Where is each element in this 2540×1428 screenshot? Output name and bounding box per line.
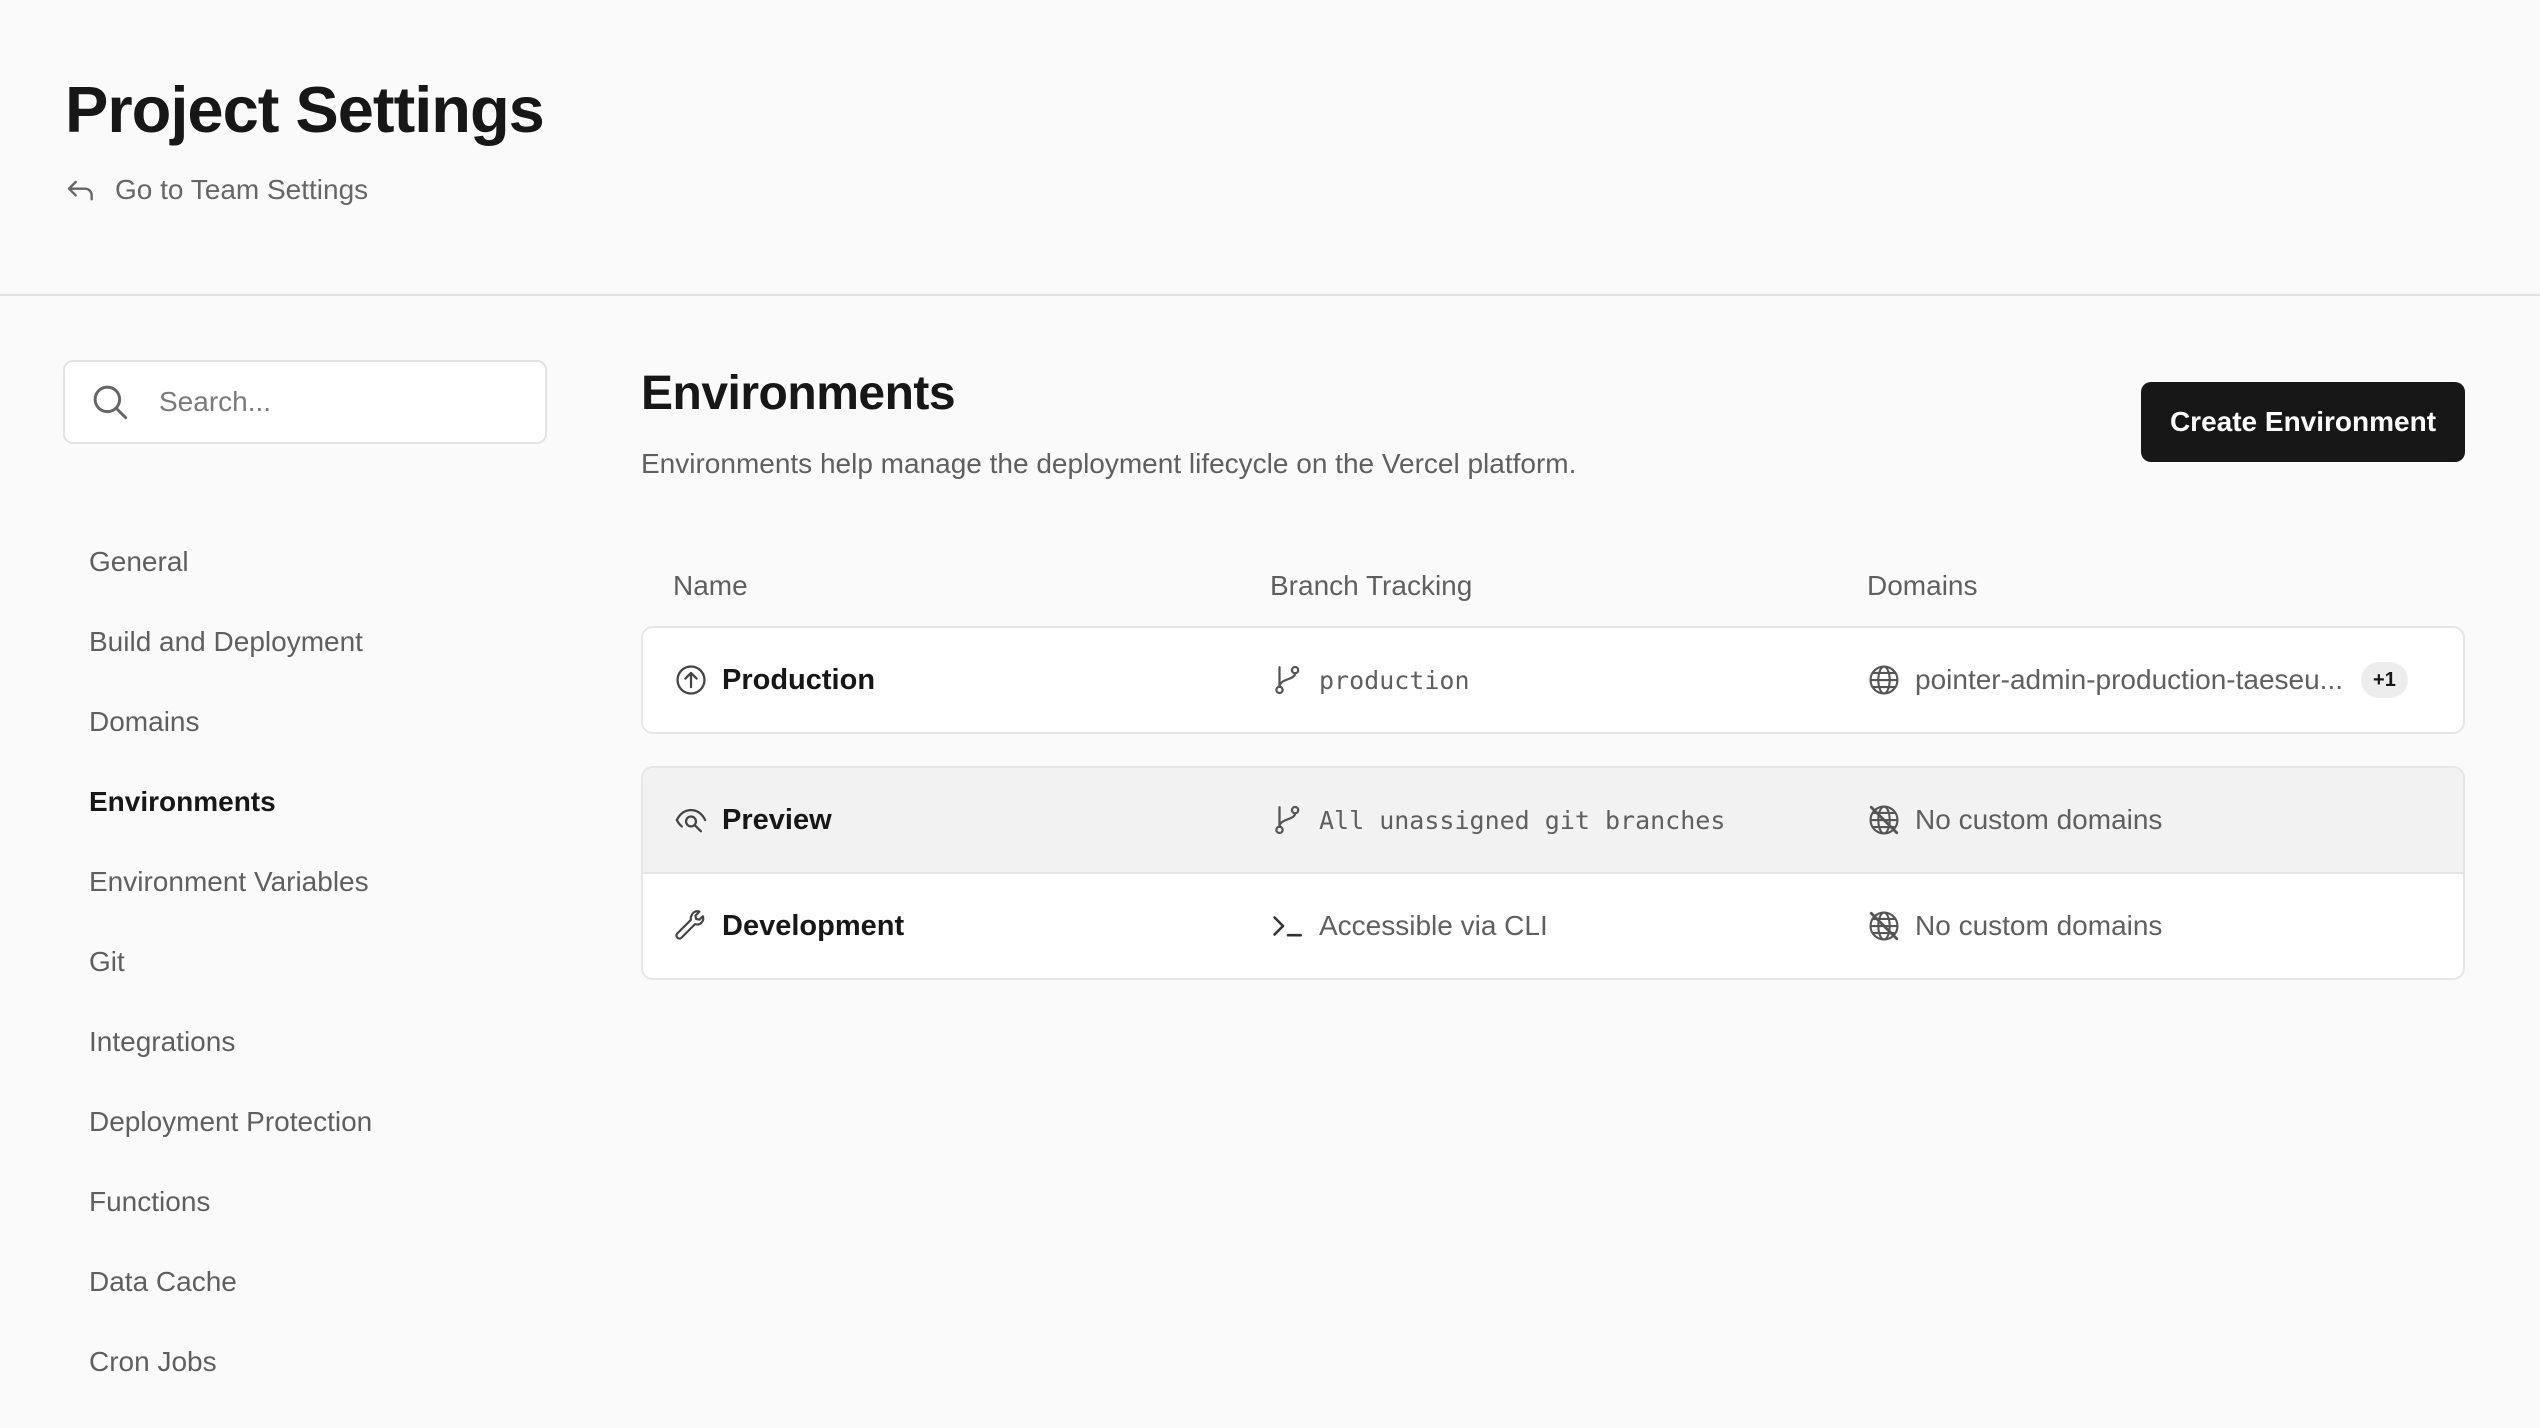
globe-off-icon [1869, 911, 1899, 941]
environment-name-cell: Production [674, 628, 875, 732]
terminal-icon [1273, 916, 1303, 937]
branch-tracking-cell: All unassigned git branches [1271, 768, 1725, 872]
environment-name: Production [722, 663, 876, 696]
branch-tracking-cell: Accessible via CLI [1271, 874, 1548, 978]
eye-icon [675, 808, 707, 833]
go-to-team-settings-link[interactable]: Go to Team Settings [65, 174, 368, 206]
domain-text: No custom domains [1915, 910, 2163, 941]
table-row[interactable]: Preview All unassigned git branches No c… [643, 768, 2463, 872]
environment-name: Development [722, 909, 905, 942]
sidebar-item-general[interactable]: General [89, 522, 372, 602]
sidebar-item-environments[interactable]: Environments [89, 762, 372, 842]
sidebar-item-data-cache[interactable]: Data Cache [89, 1242, 372, 1322]
wrench-icon [675, 910, 705, 940]
section-title: Environments [641, 367, 956, 420]
page-title: Project Settings [65, 73, 545, 146]
sidebar-item-environment-variables[interactable]: Environment Variables [89, 842, 372, 922]
table-row[interactable]: Production production pointer-admin-prod… [643, 628, 2463, 732]
domains-cell: No custom domains [1867, 768, 2162, 872]
column-header-name: Name [673, 570, 748, 601]
sidebar-item-integrations[interactable]: Integrations [89, 1002, 372, 1082]
back-link-label: Go to Team Settings [115, 174, 369, 205]
section-description: Environments help manage the deployment … [641, 448, 1577, 479]
sidebar-item-git[interactable]: Git [89, 922, 372, 1002]
extra-domains-badge[interactable]: +1 [2361, 662, 2408, 698]
branch-name: Accessible via CLI [1319, 910, 1548, 941]
column-header-branch-tracking: Branch Tracking [1270, 570, 1473, 601]
environment-name: Preview [722, 803, 832, 836]
domains-cell: No custom domains [1867, 874, 2162, 978]
globe-off-icon [1869, 805, 1899, 835]
sidebar-item-cron-jobs[interactable]: Cron Jobs [89, 1322, 372, 1402]
settings-nav: General Build and Deployment Domains Env… [89, 522, 372, 1402]
corner-up-left-icon [67, 180, 93, 201]
environment-card-group: Preview All unassigned git branches No c… [641, 766, 2465, 980]
sidebar-item-build-and-deployment[interactable]: Build and Deployment [89, 602, 372, 682]
branch-name: production [1319, 665, 1470, 695]
search-icon [93, 385, 128, 420]
sidebar-item-deployment-protection[interactable]: Deployment Protection [89, 1082, 372, 1162]
domains-cell: pointer-admin-production-taeseu... +1 [1867, 628, 2408, 732]
branch-name: All unassigned git branches [1319, 805, 1726, 835]
environment-name-cell: Preview [674, 768, 832, 872]
sidebar-search[interactable] [63, 360, 547, 444]
table-row[interactable]: Development Accessible via CLI No custom… [643, 872, 2463, 978]
sidebar-item-domains[interactable]: Domains [89, 682, 372, 762]
git-branch-icon [1275, 805, 1300, 835]
sidebar-item-functions[interactable]: Functions [89, 1162, 372, 1242]
arrow-up-circle-icon [676, 665, 706, 695]
create-environment-button[interactable]: Create Environment [2141, 382, 2465, 462]
column-header-domains: Domains [1867, 570, 1978, 601]
environment-card-production[interactable]: Production production pointer-admin-prod… [641, 626, 2465, 734]
environment-name-cell: Development [674, 874, 904, 978]
globe-icon [1869, 665, 1899, 695]
branch-tracking-cell: production [1271, 628, 1470, 732]
domain-text: No custom domains [1915, 804, 2163, 835]
git-branch-icon [1275, 665, 1300, 695]
page-header: Project Settings Go to Team Settings [0, 0, 2540, 296]
domain-link[interactable]: pointer-admin-production-taeseu... [1915, 664, 2343, 696]
search-input[interactable] [157, 385, 521, 419]
